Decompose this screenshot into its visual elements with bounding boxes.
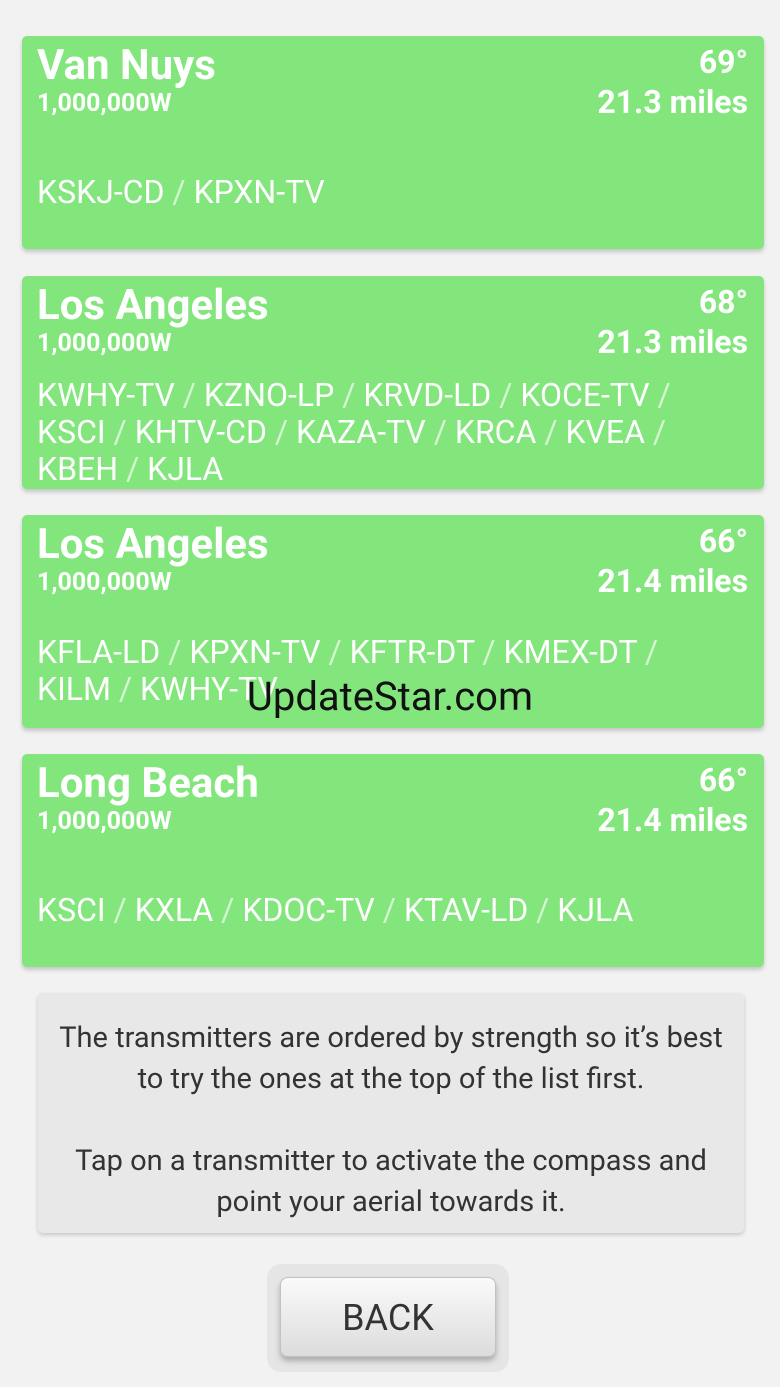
transmitter-card-long-beach[interactable]: Long Beach 1,000,000W 66° 21.4 miles KSC… xyxy=(22,754,764,967)
station-callsign: KHTV-CD xyxy=(134,413,267,451)
station-separator: / xyxy=(172,173,186,211)
station-separator: / xyxy=(382,891,396,929)
info-text-ordering: The transmitters are ordered by strength… xyxy=(59,1021,723,1096)
info-box: The transmitters are ordered by strength… xyxy=(38,993,744,1233)
transmitter-power: 1,000,000W xyxy=(37,89,172,118)
transmitter-distance: 21.4 miles xyxy=(597,562,748,600)
station-separator: / xyxy=(499,376,513,414)
station-callsign: KWHY-TV xyxy=(37,376,175,414)
transmitter-power: 1,000,000W xyxy=(37,807,172,836)
station-separator: / xyxy=(328,633,342,671)
station-separator: / xyxy=(168,633,182,671)
station-separator: / xyxy=(644,633,659,671)
transmitter-stations: KSKJ-CD / KPXN-TV xyxy=(37,174,734,211)
station-separator: / xyxy=(482,633,496,671)
station-callsign: KSCI xyxy=(37,891,106,929)
station-callsign: KRCA xyxy=(454,413,537,451)
transmitter-card-van-nuys[interactable]: Van Nuys 1,000,000W 69° 21.3 miles KSKJ-… xyxy=(22,36,764,249)
station-callsign: KFLA-LD xyxy=(37,633,161,671)
transmitter-city: Long Beach xyxy=(37,759,259,808)
station-callsign: KTAV-LD xyxy=(403,891,529,929)
station-callsign: KSKJ-CD xyxy=(37,173,165,211)
station-callsign: KXLA xyxy=(134,891,214,929)
station-callsign: KAZA-TV xyxy=(296,413,426,451)
station-callsign: KMEX-DT xyxy=(503,633,637,671)
transmitter-bearing: 68° xyxy=(698,283,748,321)
station-separator: / xyxy=(657,376,671,414)
station-separator: / xyxy=(125,450,140,488)
station-separator: / xyxy=(182,376,196,414)
station-separator: / xyxy=(536,891,550,929)
transmitter-bearing: 66° xyxy=(698,522,748,560)
transmitter-bearing: 66° xyxy=(698,761,748,799)
station-callsign: KSCI xyxy=(37,413,106,451)
transmitter-power: 1,000,000W xyxy=(37,329,172,358)
transmitter-city: Van Nuys xyxy=(37,41,216,90)
station-separator: / xyxy=(274,413,289,451)
transmitter-stations: KSCI / KXLA / KDOC-TV / KTAV-LD / KJLA xyxy=(37,892,734,929)
back-button[interactable]: BACK xyxy=(280,1277,496,1357)
station-callsign: KVEA xyxy=(565,413,645,451)
info-text-compass: Tap on a transmitter to activate the com… xyxy=(75,1144,707,1219)
transmitter-stations: KWHY-TV / KZNO-LP / KRVD-LD / KOCE-TV / … xyxy=(37,377,734,488)
station-callsign: KOCE-TV xyxy=(520,376,650,414)
station-callsign: KRVD-LD xyxy=(363,376,492,414)
transmitter-distance: 21.4 miles xyxy=(597,801,748,839)
station-callsign: KFTR-DT xyxy=(349,633,475,671)
station-separator: / xyxy=(544,413,558,451)
transmitter-card-los-angeles-1[interactable]: Los Angeles 1,000,000W 68° 21.3 miles KW… xyxy=(22,276,764,489)
station-callsign: KJLA xyxy=(147,450,224,488)
station-callsign: KZNO-LP xyxy=(203,376,335,414)
station-callsign: KJLA xyxy=(557,891,634,929)
station-separator: / xyxy=(652,413,667,451)
station-separator: / xyxy=(342,376,356,414)
station-callsign: KPXN-TV xyxy=(193,173,325,211)
transmitter-distance: 21.3 miles xyxy=(597,323,748,361)
station-separator: / xyxy=(433,413,447,451)
transmitter-distance: 21.3 miles xyxy=(597,83,748,121)
transmitter-bearing: 69° xyxy=(698,43,748,81)
transmitter-city: Los Angeles xyxy=(37,281,269,330)
transmitter-power: 1,000,000W xyxy=(37,568,172,597)
station-separator: / xyxy=(113,413,127,451)
station-separator: / xyxy=(113,891,127,929)
watermark-text: UpdateStar.com xyxy=(246,673,534,720)
transmitter-city: Los Angeles xyxy=(37,520,269,569)
station-callsign: KDOC-TV xyxy=(242,891,375,929)
station-separator: / xyxy=(221,891,235,929)
station-callsign: KBEH xyxy=(37,450,119,488)
station-callsign: KPXN-TV xyxy=(189,633,321,671)
